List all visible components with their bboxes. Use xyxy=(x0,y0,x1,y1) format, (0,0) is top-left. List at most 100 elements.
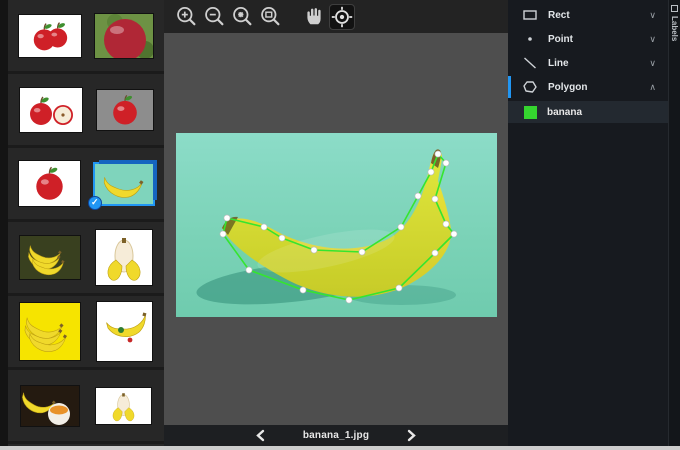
polygon-vertex-handle[interactable] xyxy=(245,266,253,274)
thumbnail-row xyxy=(8,74,164,148)
banana-bowl-graphic xyxy=(21,392,70,425)
crosshair-button[interactable] xyxy=(329,3,355,30)
thumbnail-red-apple-white[interactable] xyxy=(19,161,81,206)
polygon-icon xyxy=(523,81,537,93)
zoom-out-icon xyxy=(205,6,224,25)
chevron-down-icon[interactable]: ∨ xyxy=(649,58,656,69)
zoom-actual-icon xyxy=(261,6,280,25)
canvas-toolbar xyxy=(164,0,508,33)
thumbnail-banana-teal-current[interactable]: ✓ xyxy=(87,163,153,210)
banana-graphic xyxy=(103,176,144,198)
tool-row-polygon[interactable]: Polygon ∧ xyxy=(508,75,680,99)
chevron-down-icon[interactable]: ∨ xyxy=(649,34,656,45)
polygon-vertex-handle[interactable] xyxy=(219,230,227,238)
thumbnail-row xyxy=(8,370,164,444)
polygon-icon xyxy=(522,79,538,95)
polygon-vertex-handle[interactable] xyxy=(431,195,439,203)
line-icon xyxy=(522,55,538,71)
zoom-out-button[interactable] xyxy=(202,5,226,29)
apple-pair-graphic xyxy=(33,21,68,50)
polygon-vertex-handle[interactable] xyxy=(299,286,307,294)
zoom-fit-button[interactable] xyxy=(230,5,254,29)
apple-cut-graphic xyxy=(29,96,73,125)
labels-panel: Rect ∨ Point ∨ Line ∨ Polygon ∧ banana xyxy=(508,0,680,446)
polygon-vertex-handle[interactable] xyxy=(431,249,439,257)
label-color-swatch[interactable] xyxy=(524,105,537,119)
banana-photo-graphic xyxy=(196,149,458,305)
line-icon xyxy=(524,57,536,69)
polygon-vertex-handle[interactable] xyxy=(450,230,458,238)
window-left-edge xyxy=(0,0,8,446)
thumbnail-bananas-and-bowl-photo[interactable] xyxy=(20,385,79,426)
point-icon xyxy=(522,31,538,47)
annotation-app: ✓ banana_1.jpg Rect ∨ Point ∨ Line ∨ Pol… xyxy=(0,0,680,450)
tool-row-point[interactable]: Point ∨ xyxy=(508,27,680,51)
rect-icon xyxy=(522,7,538,23)
polygon-vertex-handle[interactable] xyxy=(434,150,442,158)
zoom-in-icon xyxy=(177,6,196,25)
labels-tab-icon xyxy=(671,5,678,12)
labels-tab-text: Labels xyxy=(670,16,679,42)
zoom-fit-icon xyxy=(233,6,252,25)
selected-check-badge: ✓ xyxy=(87,195,102,210)
pan-hand-icon xyxy=(307,7,321,24)
thumbnail-row xyxy=(8,296,164,370)
current-filename: banana_1.jpg xyxy=(302,430,370,441)
rect-icon xyxy=(523,10,537,20)
thumbnail-banana-cartoon-white[interactable] xyxy=(96,230,152,285)
point-icon xyxy=(528,37,532,41)
chevron-down-icon[interactable]: ∨ xyxy=(649,10,656,21)
polygon-vertex-handle[interactable] xyxy=(358,248,366,256)
thumbnail-red-apple-gray[interactable] xyxy=(96,89,153,130)
thumbnail-apple-and-half-white[interactable] xyxy=(19,87,82,132)
thumbnail-banana-peeled-white[interactable] xyxy=(96,387,152,424)
apple-graphic xyxy=(112,94,137,125)
thumbnail-apples-pair-white[interactable] xyxy=(19,14,81,57)
tool-label: Point xyxy=(548,33,573,45)
polygon-vertex-handle[interactable] xyxy=(427,168,435,176)
polygon-vertex-handle[interactable] xyxy=(223,214,231,222)
crosshair-icon xyxy=(331,6,353,27)
thumbnail-green-bananas-photo[interactable] xyxy=(20,236,80,279)
tool-row-line[interactable]: Line ∨ xyxy=(508,51,680,75)
zoom-actual-button[interactable] xyxy=(258,5,282,29)
polygon-vertex-handle[interactable] xyxy=(442,159,450,167)
label-row-banana[interactable]: banana xyxy=(508,101,668,123)
polygon-vertex-handle[interactable] xyxy=(345,296,353,304)
chevron-left-icon[interactable] xyxy=(255,429,265,442)
label-name: banana xyxy=(547,106,583,118)
polygon-vertex-handle[interactable] xyxy=(260,223,268,231)
banana-sticker-graphic xyxy=(105,312,147,343)
apple-graphic xyxy=(36,166,63,200)
thumbnail-row: ✓ xyxy=(8,148,164,222)
banana-bunch-graphic xyxy=(24,317,68,352)
thumbnail-gallery: ✓ xyxy=(8,0,164,446)
tool-label: Rect xyxy=(548,9,570,21)
pan-hand-button[interactable] xyxy=(302,5,326,29)
thumbnail-row xyxy=(8,222,164,296)
chevron-right-icon[interactable] xyxy=(407,429,417,442)
window-bottom-edge xyxy=(0,446,680,450)
polygon-vertex-handle[interactable] xyxy=(397,223,405,231)
canvas-panel: banana_1.jpg xyxy=(164,0,508,446)
apple-photo-graphic xyxy=(104,13,153,58)
tool-label: Line xyxy=(548,57,569,69)
tool-label: Polygon xyxy=(548,81,588,93)
thumbnail-row xyxy=(8,0,164,74)
polygon-vertex-handle[interactable] xyxy=(442,220,450,228)
banana-peeled-graphic xyxy=(113,392,135,421)
thumbnail-banana-sticker-white[interactable] xyxy=(96,302,152,361)
labels-side-tab[interactable]: Labels xyxy=(668,0,680,446)
polygon-vertex-handle[interactable] xyxy=(310,246,318,254)
banana-peeled-graphic xyxy=(107,238,141,281)
zoom-in-button[interactable] xyxy=(174,5,198,29)
polygon-vertex-handle[interactable] xyxy=(278,234,286,242)
annotated-image[interactable] xyxy=(176,133,497,317)
image-nav-bar: banana_1.jpg xyxy=(164,425,508,446)
polygon-vertex-handle[interactable] xyxy=(395,284,403,292)
chevron-up-icon[interactable]: ∧ xyxy=(649,82,656,93)
tool-row-rect[interactable]: Rect ∨ xyxy=(508,3,680,27)
thumbnail-apple-closeup-photo[interactable] xyxy=(95,13,153,58)
thumbnail-banana-bunch-yellow[interactable] xyxy=(20,303,81,360)
polygon-vertex-handle[interactable] xyxy=(414,192,422,200)
